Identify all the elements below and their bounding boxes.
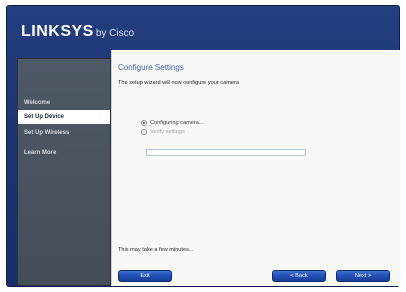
page-title: Configure Settings [118,63,184,72]
next-button[interactable]: Next > [336,270,390,282]
exit-button[interactable]: Exit [118,270,172,282]
sidebar-item-welcome[interactable]: Welcome [18,96,110,110]
step-label: Verify settings [150,129,185,135]
linksys-logo: LINKSYS by Cisco [21,23,134,41]
status-message: This may take a few minutes... [118,247,194,253]
brand-suffix: by Cisco [95,28,135,39]
sidebar-item-learn-more[interactable]: Learn More [18,146,110,160]
installer-window: LINKSYS by Cisco Welcome Set Up Device Se… [6,5,401,287]
progress-bar [146,149,306,156]
back-button[interactable]: < Back [272,270,326,282]
step-label: Configuring camera... [150,120,204,126]
step-active-indicator-icon [141,120,147,126]
sidebar-item-set-up-device[interactable]: Set Up Device [18,110,110,124]
step-configuring-camera: Configuring camera... [141,120,203,126]
step-verify-settings: Verify settings [141,129,185,135]
step-pending-indicator-icon [141,129,147,135]
main-panel: Configure Settings The setup wizard will… [111,50,401,286]
sidebar: Welcome Set Up Device Set Up Wireless Le… [17,58,111,286]
sidebar-item-set-up-wireless[interactable]: Set Up Wireless [18,126,110,140]
brand-name: LINKSYS [21,23,94,40]
page-description: The setup wizard will now configure your… [118,80,239,86]
